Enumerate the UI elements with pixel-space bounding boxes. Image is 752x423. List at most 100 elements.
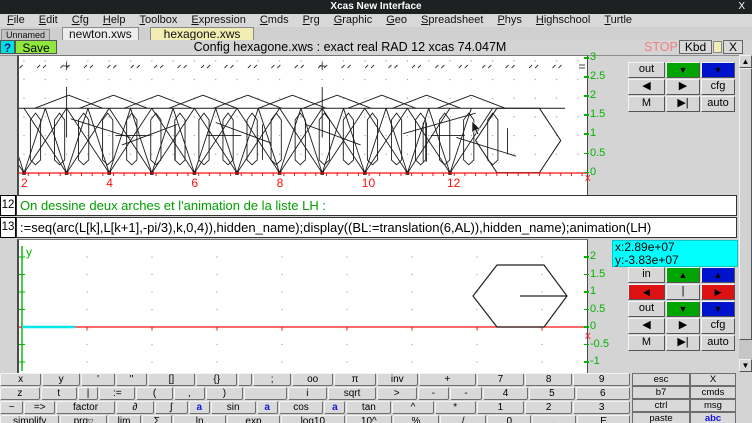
key-a[interactable]: a xyxy=(257,401,278,414)
key-([interactable]: ( xyxy=(136,387,172,400)
cfg-button[interactable]: cfg xyxy=(701,318,735,334)
key-inv[interactable]: inv xyxy=(377,373,418,386)
step-icon[interactable]: ▶| xyxy=(666,335,700,351)
key-paste[interactable]: paste xyxy=(632,412,690,423)
key-3[interactable]: 3 xyxy=(573,401,630,414)
key--[interactable]: - xyxy=(450,387,482,400)
key-*[interactable]: * xyxy=(435,401,476,414)
key--[interactable]: - xyxy=(418,387,450,400)
key-6[interactable]: 6 xyxy=(576,387,630,400)
key-∂[interactable]: ∂ xyxy=(116,401,154,414)
key-4[interactable]: 4 xyxy=(483,387,528,400)
in-button[interactable]: in xyxy=(628,267,665,283)
key-log10[interactable]: log10 xyxy=(281,415,345,423)
key-+[interactable]: + xyxy=(419,373,476,386)
menu-toolbox[interactable]: Toolbox xyxy=(133,14,185,27)
key-1[interactable]: 1 xyxy=(477,401,524,414)
key-/[interactable]: / xyxy=(440,415,486,423)
scroll-up-icon[interactable]: ▲ xyxy=(739,55,752,68)
auto-button[interactable]: auto xyxy=(701,96,735,112)
menu-highschool[interactable]: Highschool xyxy=(529,14,597,27)
out-button[interactable]: out xyxy=(628,62,665,78)
comment-cell-12[interactable]: On dessine deux arches et l'animation de… xyxy=(16,195,737,216)
key-y[interactable]: y xyxy=(42,373,80,386)
key-,[interactable]: , xyxy=(174,387,206,400)
key-10^[interactable]: 10^ xyxy=(346,415,392,423)
key-;[interactable]: ; xyxy=(253,373,291,386)
key-9[interactable]: 9 xyxy=(573,373,630,386)
key-~[interactable]: ~ xyxy=(0,401,23,414)
arrow-left-icon[interactable]: ◀ xyxy=(628,318,665,334)
scroll-down-icon[interactable]: ▼ xyxy=(739,359,752,372)
menu-cmds[interactable]: Cmds xyxy=(253,14,296,27)
arrow-up-icon[interactable]: ▲ xyxy=(701,267,735,283)
menu-geo[interactable]: Geo xyxy=(379,14,414,27)
key-=>[interactable]: => xyxy=(24,401,55,414)
menu-prg[interactable]: Prg xyxy=(296,14,327,27)
key-blank[interactable] xyxy=(244,387,287,400)
menu-graphic[interactable]: Graphic xyxy=(327,14,380,27)
arrow-right-icon[interactable]: ▶ xyxy=(666,318,700,334)
key-oo[interactable]: oo xyxy=(292,373,333,386)
command-cell-13[interactable]: :=seq(arc(L[k],L[k+1],-pi/3),k,0,4)),hid… xyxy=(16,217,737,238)
arrow-left-icon[interactable]: ◀ xyxy=(628,79,665,95)
cell-number-12[interactable]: 12 xyxy=(0,195,16,216)
key-i[interactable]: i xyxy=(288,387,328,400)
stop-button[interactable]: STOP xyxy=(644,40,678,54)
menu-file[interactable]: File xyxy=(0,14,32,27)
menu-phys[interactable]: Phys xyxy=(490,14,528,27)
key-0[interactable]: 0 xyxy=(487,415,531,423)
key-7[interactable]: 7 xyxy=(477,373,524,386)
close-session-button[interactable]: X xyxy=(723,40,743,54)
key-b7[interactable]: b7 xyxy=(632,386,690,399)
key-'[interactable]: ' xyxy=(81,373,115,386)
key-{}[interactable]: {} xyxy=(196,373,237,386)
save-button[interactable]: Save xyxy=(15,40,57,54)
key-z[interactable]: z xyxy=(0,387,40,400)
key-ctrl[interactable]: ctrl xyxy=(632,399,690,412)
key-"[interactable]: " xyxy=(116,373,147,386)
key-tan[interactable]: tan xyxy=(346,401,391,414)
cfg-button[interactable]: cfg xyxy=(701,79,735,95)
-button[interactable]: | xyxy=(666,284,700,300)
key-.[interactable]: . xyxy=(532,415,576,423)
key-prg[interactable]: prg ▽ xyxy=(60,415,106,423)
key-)[interactable]: ) xyxy=(206,387,242,400)
menu-expression[interactable]: Expression xyxy=(184,14,252,27)
step-icon[interactable]: ▶| xyxy=(666,96,700,112)
key-X[interactable]: X xyxy=(690,373,736,386)
key-5[interactable]: 5 xyxy=(529,387,574,400)
key-^[interactable]: ^ xyxy=(392,401,433,414)
key-π[interactable]: π xyxy=(334,373,375,386)
key-[][interactable]: [] xyxy=(148,373,195,386)
key-t[interactable]: t xyxy=(41,387,77,400)
key-cos[interactable]: cos xyxy=(279,401,324,414)
geometry-canvas-bottom[interactable]: y xyxy=(17,239,588,374)
key-cmds[interactable]: cmds xyxy=(690,386,736,399)
menu-turtle[interactable]: Turtle xyxy=(597,14,639,27)
key-a[interactable]: a xyxy=(189,401,210,414)
key->[interactable]: > xyxy=(377,387,417,400)
key-%[interactable]: % xyxy=(393,415,439,423)
key-esc[interactable]: esc xyxy=(632,373,690,386)
tab-newton-xws[interactable]: newton.xws xyxy=(62,27,139,41)
M-button[interactable]: M xyxy=(628,335,665,351)
key-8[interactable]: 8 xyxy=(525,373,572,386)
menu-edit[interactable]: Edit xyxy=(32,14,65,27)
tab-hexagone-xws[interactable]: hexagone.xws xyxy=(150,27,254,41)
key-exp[interactable]: exp xyxy=(227,415,280,423)
arrow-down-icon[interactable]: ▼ xyxy=(666,62,700,78)
kbd-toggle-button[interactable]: Kbd xyxy=(679,40,712,54)
menu-help[interactable]: Help xyxy=(96,14,133,27)
arrow-down-icon[interactable]: ▼ xyxy=(701,62,735,78)
cell-number-13[interactable]: 13 xyxy=(0,217,16,238)
key-a[interactable]: a xyxy=(324,401,345,414)
key-factor[interactable]: factor xyxy=(56,401,115,414)
key-msg[interactable]: msg xyxy=(690,399,736,412)
key-sqrt[interactable]: sqrt xyxy=(328,387,376,400)
key-2[interactable]: 2 xyxy=(525,401,572,414)
arrow-down-icon[interactable]: ▼ xyxy=(701,301,735,317)
arrow-left-icon[interactable]: ◀ xyxy=(628,284,665,300)
menu-spreadsheet[interactable]: Spreadsheet xyxy=(414,14,490,27)
arrow-down-icon[interactable]: ▼ xyxy=(666,301,700,317)
